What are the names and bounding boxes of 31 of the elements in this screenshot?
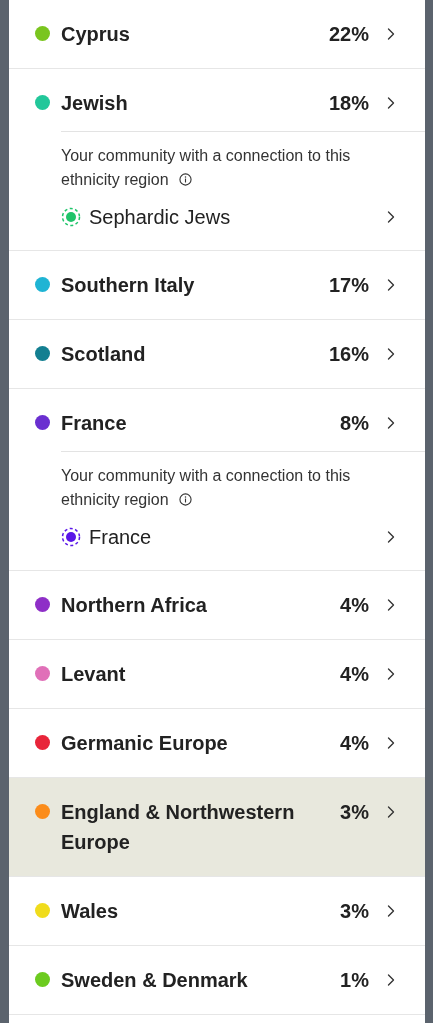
region-name: England & Northwestern Europe [61,800,296,855]
region-percent: 18% [328,91,369,116]
region-name: Sweden & Denmark [61,968,249,993]
region-name: Jewish [61,91,129,116]
community-label: Your community with a connection to this ethnicity region [61,146,352,190]
region-percent: 17% [328,273,369,298]
region-name: France [61,411,128,436]
region-percent: 16% [328,342,369,367]
region-percent: 4% [340,731,369,756]
region-name: Wales [61,899,120,924]
community-row[interactable]: France [61,512,425,562]
region-percent: 1% [340,968,369,993]
region-percent: 3% [340,800,369,825]
region-percent: 4% [340,662,369,687]
region-percent: 22% [328,22,369,47]
region-name: Scotland [61,342,147,367]
region-row[interactable]: England & Northwestern Europe 3% [9,778,425,876]
region-name: Northern Africa [61,593,208,618]
region-name: Cyprus [61,22,131,47]
region-name: Southern Italy [61,273,196,298]
region-name: Levant [61,662,127,687]
info-icon[interactable] [178,493,192,506]
region-percent: 3% [340,899,369,924]
community-row[interactable]: Sephardic Jews [61,192,425,242]
info-icon[interactable] [178,173,192,186]
region-percent: 4% [340,593,369,618]
community-name: Sephardic Jews [89,205,232,229]
community-name: France [89,525,153,549]
region-name: Germanic Europe [61,731,229,756]
community-label: Your community with a connection to this ethnicity region [61,466,352,510]
region-percent: 8% [340,411,369,436]
